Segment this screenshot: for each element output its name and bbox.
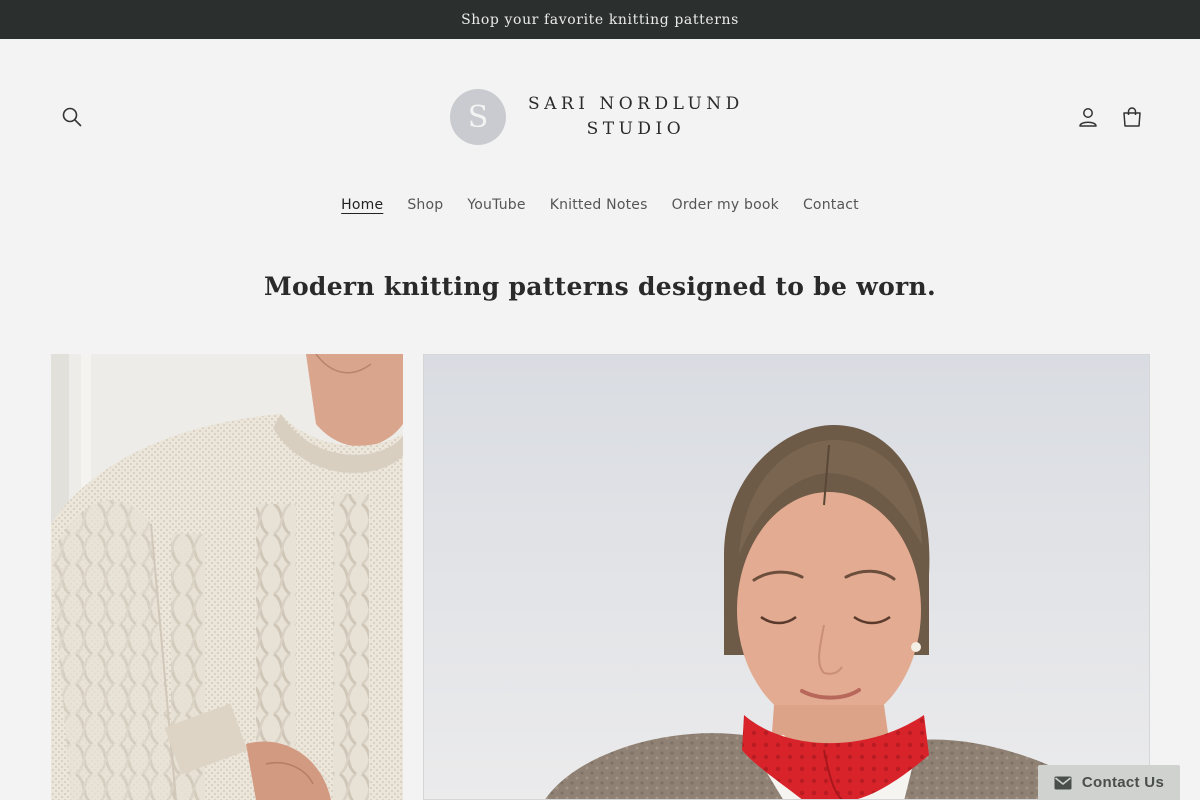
hero-image-scarf[interactable] <box>423 354 1150 800</box>
account-button[interactable] <box>1070 99 1106 135</box>
contact-us-label: Contact Us <box>1081 774 1165 791</box>
scarf-photo <box>424 355 1149 799</box>
contact-us-button[interactable]: Contact Us <box>1038 765 1180 800</box>
announcement-bar: Shop your favorite knitting patterns <box>0 0 1200 39</box>
cart-icon <box>1123 107 1141 127</box>
account-icon <box>1079 108 1097 127</box>
envelope-icon <box>1054 776 1072 789</box>
logo-wordmark: SARI NORDLUND STUDIO <box>528 92 744 142</box>
search-button[interactable] <box>54 99 90 135</box>
logo-line-2: STUDIO <box>586 119 686 139</box>
sweater-photo <box>51 354 403 800</box>
svg-text:S: S <box>468 100 489 135</box>
nav-item-shop[interactable]: Shop <box>395 193 455 217</box>
logo-s-icon: S <box>468 100 489 135</box>
nav-item-knitted-notes[interactable]: Knitted Notes <box>538 193 660 217</box>
announcement-text: Shop your favorite knitting patterns <box>461 11 739 28</box>
site-logo[interactable]: S SARI NORDLUND STUDIO <box>450 89 744 145</box>
nav-item-home[interactable]: Home <box>329 193 395 217</box>
search-icon <box>62 107 82 127</box>
nav-item-order-my-book[interactable]: Order my book <box>660 193 791 217</box>
nav-item-contact[interactable]: Contact <box>791 193 871 217</box>
site-header: S SARI NORDLUND STUDIO <box>0 39 1200 195</box>
cart-button[interactable] <box>1114 99 1150 135</box>
logo-mark: S <box>450 89 506 145</box>
main-nav: Home Shop YouTube Knitted Notes Order my… <box>0 193 1200 217</box>
hero-image-sweater[interactable] <box>51 354 403 800</box>
page-headline: Modern knitting patterns designed to be … <box>263 272 936 301</box>
logo-line-1: SARI NORDLUND <box>528 94 744 114</box>
nav-item-youtube[interactable]: YouTube <box>455 193 537 217</box>
